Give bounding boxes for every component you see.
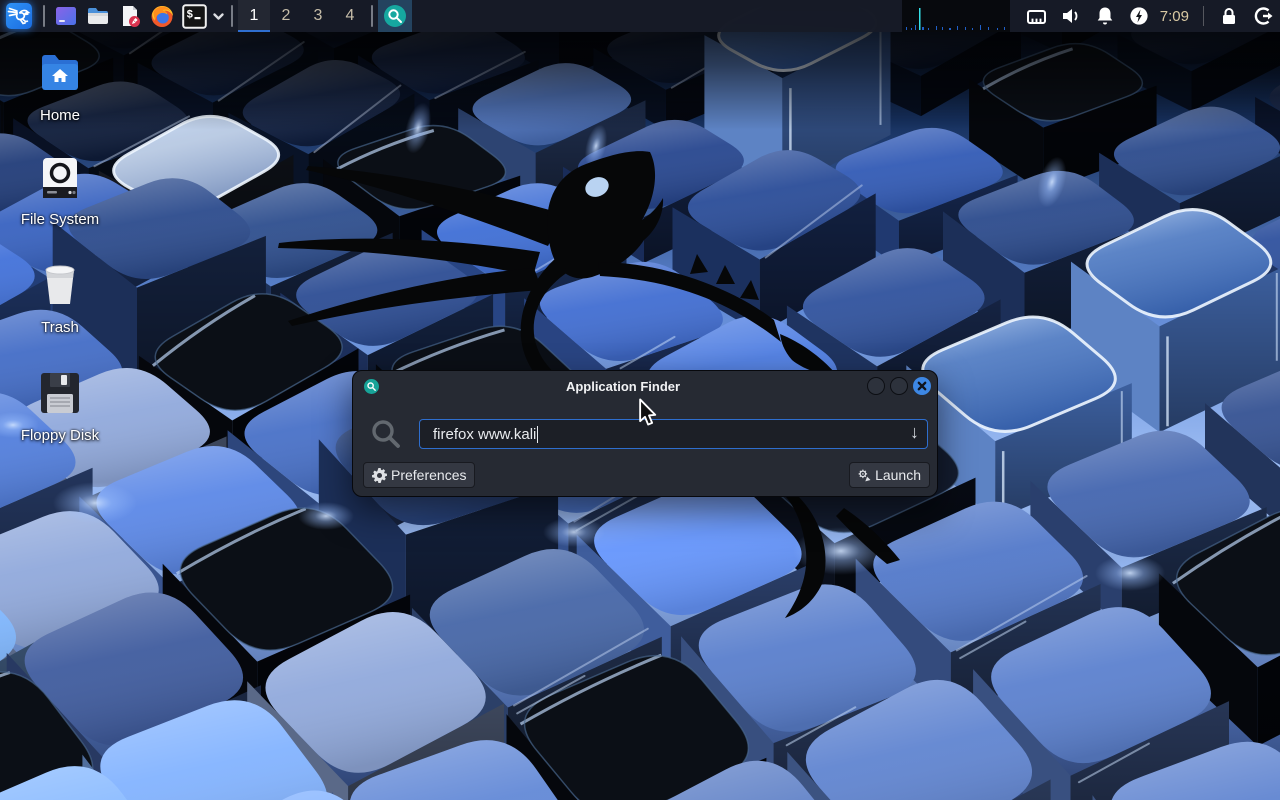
svg-text:$: $ — [186, 9, 193, 21]
